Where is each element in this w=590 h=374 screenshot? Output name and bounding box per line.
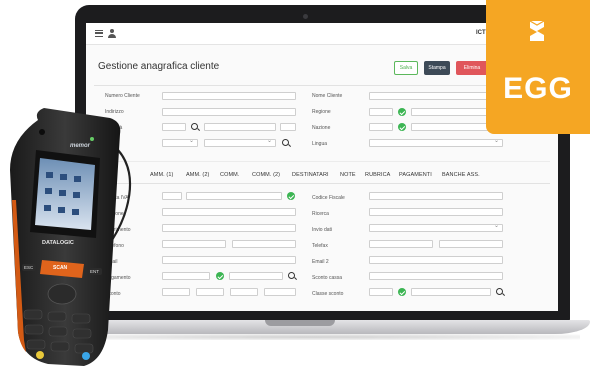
egg-logo-text: EGG	[503, 72, 573, 105]
codice-fiscale-input[interactable]	[369, 192, 503, 200]
check-icon-3	[287, 192, 295, 200]
codice-fiscale-label: Codice Fiscale	[312, 195, 345, 201]
search-icon[interactable]	[191, 123, 198, 130]
scene: ICT G Gestione anagrafica cliente Salva …	[0, 0, 590, 374]
ragione-input[interactable]	[162, 208, 296, 216]
provincia-input[interactable]	[280, 123, 296, 131]
telefono-input[interactable]	[162, 240, 226, 248]
laptop-notch	[265, 320, 335, 326]
tab-banche-ass[interactable]: BANCHE ASS.	[442, 172, 480, 178]
email-2-label: Email 2	[312, 259, 329, 265]
pagamento-code-input[interactable]	[162, 272, 210, 280]
pagamento-input[interactable]	[229, 272, 283, 280]
tab-rubrica[interactable]: RUBRICA	[365, 172, 390, 178]
save-button[interactable]: Salva	[394, 61, 418, 75]
partita-iva-input[interactable]	[186, 192, 282, 200]
tab-comm[interactable]: COMM.	[220, 172, 239, 178]
check-icon-5	[398, 288, 406, 296]
tab-amm-2[interactable]: AMM. (2)	[186, 172, 209, 178]
riferimento-input[interactable]	[162, 224, 296, 232]
esc-key[interactable]: ESC	[24, 265, 33, 270]
section-divider	[94, 161, 550, 162]
cellulare-input[interactable]	[232, 240, 296, 248]
nome-cliente-label: Nome Cliente	[312, 93, 343, 99]
sconto-4-input[interactable]	[264, 288, 296, 296]
partita-iva-prefix-input[interactable]	[162, 192, 182, 200]
tabs-divider	[94, 183, 550, 184]
nome-cliente-input[interactable]	[369, 92, 503, 100]
ent-key[interactable]: ENT	[90, 269, 99, 274]
classe-sconto-input[interactable]	[411, 288, 491, 296]
sconto-3-input[interactable]	[230, 288, 258, 296]
sconto-2-input[interactable]	[196, 288, 224, 296]
print-button[interactable]: Stampa	[424, 61, 450, 75]
invio-dati-label: Invio dati	[312, 227, 333, 233]
search-icon-2[interactable]	[282, 139, 289, 146]
regione-label: Regione	[312, 109, 331, 115]
email-input[interactable]	[162, 256, 296, 264]
search-icon-3[interactable]	[288, 272, 295, 279]
telefax-input[interactable]	[369, 240, 433, 248]
egg-logo-icon	[529, 20, 545, 41]
localita-input[interactable]	[204, 123, 276, 131]
tab-note[interactable]: NOTE	[340, 172, 356, 178]
ricerca-input[interactable]	[369, 208, 503, 216]
classe-sconto-code-input[interactable]	[369, 288, 393, 296]
email-2-input[interactable]	[369, 256, 503, 264]
tab-comm-2[interactable]: COMM. (2)	[252, 172, 280, 178]
localita-select[interactable]	[162, 137, 198, 147]
scan-button[interactable]: SCAN	[53, 265, 67, 271]
nazione-code-input[interactable]	[369, 123, 393, 131]
telefax-2-input[interactable]	[439, 240, 503, 248]
lingua-select[interactable]	[369, 137, 503, 147]
sconto-cassa-input[interactable]	[369, 272, 503, 280]
check-icon-4	[216, 272, 224, 280]
tab-pagamenti[interactable]: PAGAMENTI	[399, 172, 432, 178]
nazione-label: Nazione	[312, 125, 331, 131]
delete-button[interactable]: Elimina	[456, 61, 488, 75]
comune-select[interactable]	[204, 137, 276, 147]
check-icon	[398, 108, 406, 116]
cap-input[interactable]	[162, 123, 186, 131]
lingua-label: Lingua	[312, 141, 328, 147]
regione-code-input[interactable]	[369, 108, 393, 116]
egg-logo-badge: EGG	[486, 0, 590, 134]
search-icon-4[interactable]	[496, 288, 503, 295]
scanner-screen-brand: memor	[70, 143, 91, 149]
numero-cliente-input[interactable]	[162, 92, 296, 100]
ricerca-label: Ricerca	[312, 211, 329, 217]
barcode-scanner-device	[10, 108, 132, 366]
header-divider	[94, 85, 550, 86]
sconto-cassa-label: Sconto cassa	[312, 275, 343, 281]
tab-amm-1[interactable]: AMM. (1)	[150, 172, 173, 178]
telefax-label: Telefax	[312, 243, 328, 249]
invio-dati-select[interactable]	[369, 222, 503, 232]
scanner-brand-logo: DATALOGIC	[42, 240, 74, 246]
classe-sconto-label: Classe sconto	[312, 291, 344, 297]
indirizzo-input[interactable]	[162, 108, 296, 116]
sconto-1-input[interactable]	[162, 288, 190, 296]
tab-destinatari[interactable]: DESTINATARI	[292, 172, 329, 178]
check-icon-2	[398, 123, 406, 131]
camera-icon	[303, 14, 308, 19]
